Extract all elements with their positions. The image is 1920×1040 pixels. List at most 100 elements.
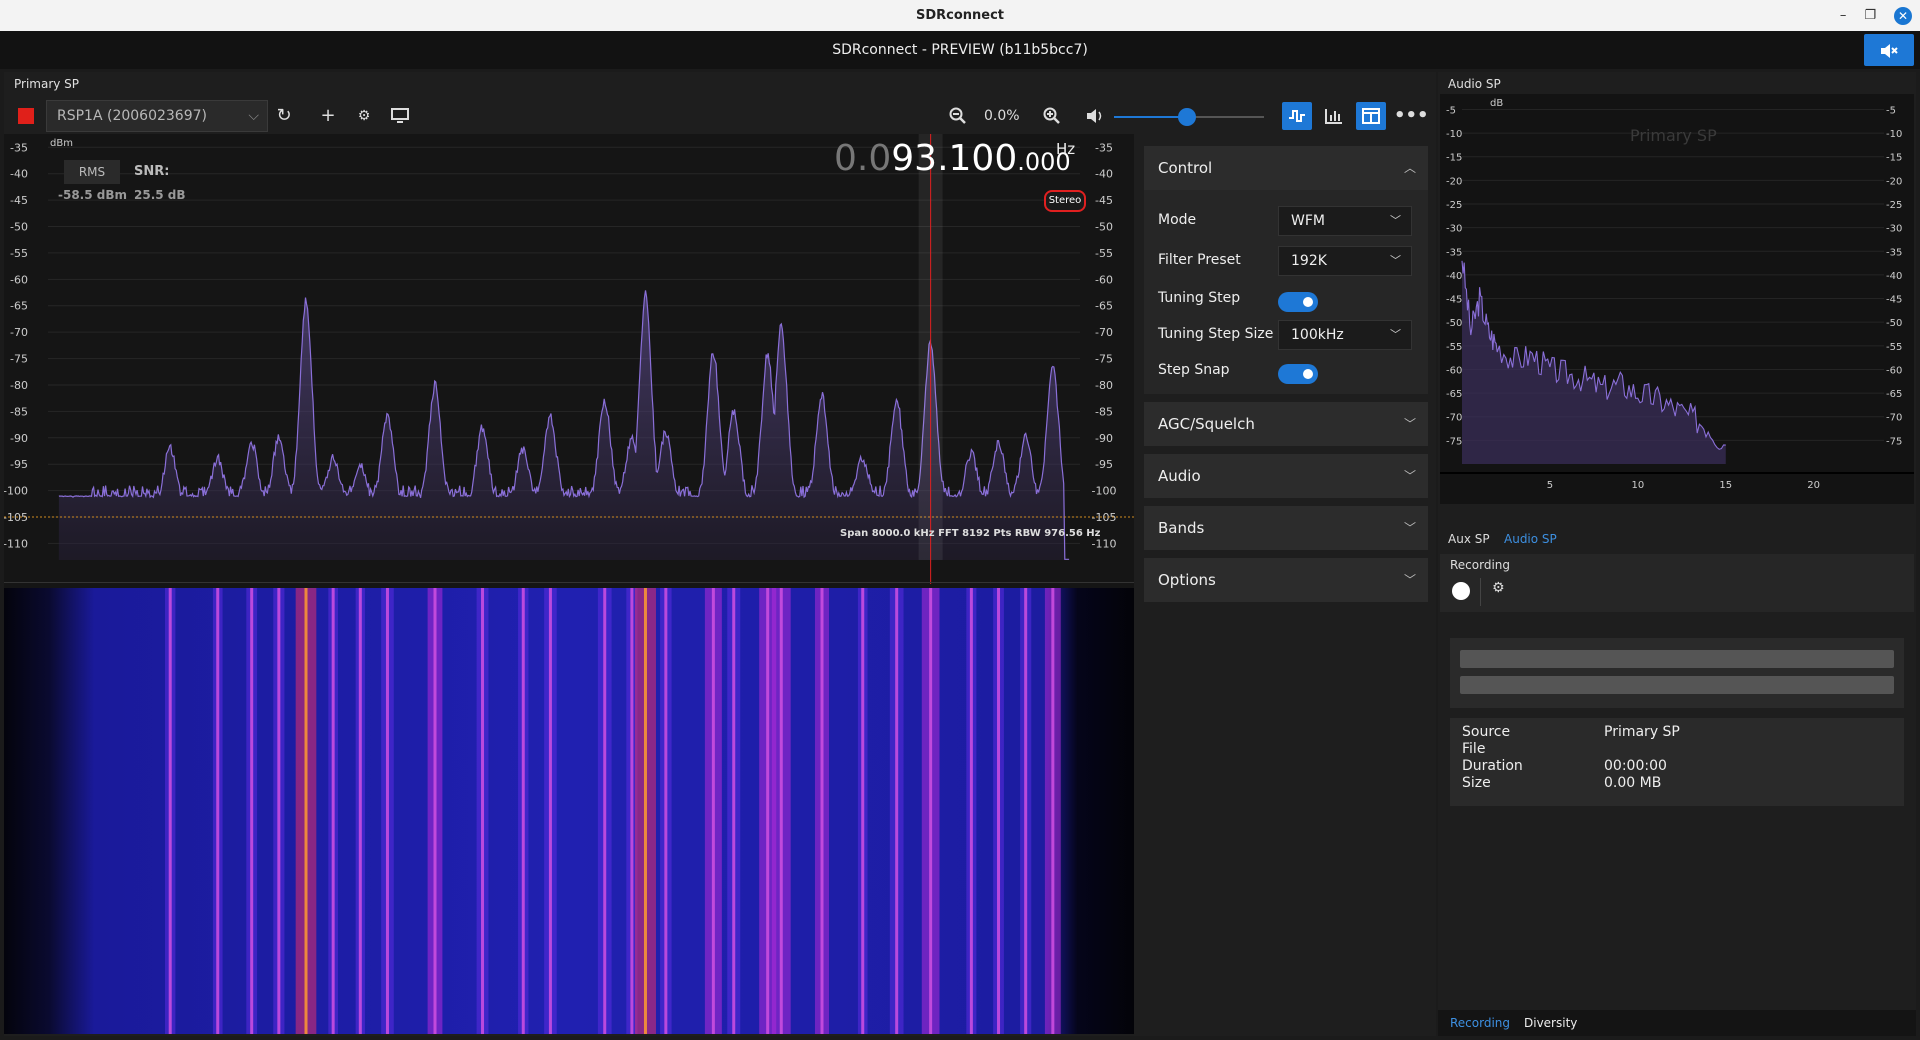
tab-diversity[interactable]: Diversity bbox=[1524, 1016, 1577, 1030]
audio-y-tick: -60 bbox=[1446, 365, 1462, 376]
audio-y-tick: -30 bbox=[1446, 224, 1462, 235]
waterfall-chart bbox=[4, 588, 1134, 1034]
settings-icon[interactable]: ⚙ bbox=[350, 102, 378, 130]
add-icon[interactable]: + bbox=[314, 102, 342, 130]
y-tick-label: -70 bbox=[10, 326, 28, 339]
zoom-out-icon[interactable] bbox=[944, 102, 972, 130]
audio-watermark: Primary SP bbox=[1630, 126, 1717, 145]
more-icon[interactable]: ••• bbox=[1394, 102, 1429, 130]
filter-preset-select[interactable]: 192K ﹀ bbox=[1278, 246, 1412, 276]
snr-value: 25.5 dB bbox=[134, 188, 186, 202]
waterfall-signal-core bbox=[895, 588, 899, 1034]
x-axis-line bbox=[4, 582, 1134, 583]
bands-section-header[interactable]: Bands ﹀ bbox=[1144, 506, 1428, 550]
frequency-unit: Hz bbox=[1056, 140, 1076, 158]
record-button[interactable] bbox=[1452, 582, 1470, 600]
chart-icon[interactable] bbox=[1320, 102, 1348, 130]
volume-icon[interactable] bbox=[1082, 102, 1110, 130]
recording-settings-icon[interactable]: ⚙ bbox=[1492, 580, 1505, 596]
waterfall-signal-core bbox=[861, 588, 865, 1034]
spectrum-display[interactable]: -35 -35 -40 -40 -45 -45 -50 -50 -55 -55 -60 -60 -65 -… bbox=[4, 134, 1134, 620]
mode-select[interactable]: WFM ﹀ bbox=[1278, 206, 1412, 236]
control-section-header[interactable]: Control ︿ bbox=[1144, 146, 1428, 190]
audio-y-tick-right: -20 bbox=[1886, 176, 1902, 187]
step-snap-label: Step Snap bbox=[1158, 362, 1230, 378]
chevron-down-icon: ﹀ bbox=[1390, 328, 1401, 341]
audio-y-tick: -70 bbox=[1446, 413, 1462, 424]
audio-x-tick: 5 bbox=[1547, 480, 1553, 491]
audio-y-tick: -25 bbox=[1446, 200, 1462, 211]
y-tick-label-right: -60 bbox=[1095, 273, 1113, 286]
tab-aux-sp[interactable]: Aux SP bbox=[1448, 532, 1490, 546]
waterfall-signal-core bbox=[548, 588, 552, 1034]
tuning-step-label: Tuning Step bbox=[1158, 290, 1241, 306]
audio-y-tick: -50 bbox=[1446, 318, 1462, 329]
recording-info: Source Primary SP File Duration 00:00:00… bbox=[1450, 718, 1904, 806]
spectrum-fill bbox=[58, 290, 1070, 560]
mute-button[interactable] bbox=[1864, 34, 1914, 66]
waterfall-signal-core bbox=[358, 588, 362, 1034]
frequency-main: 93.100 bbox=[891, 138, 1018, 179]
rms-button[interactable]: RMS bbox=[64, 160, 120, 184]
waterfall-signal-core bbox=[168, 588, 172, 1034]
recording-bar-2 bbox=[1460, 676, 1894, 694]
display-icon[interactable] bbox=[386, 102, 414, 130]
tab-audio-sp[interactable]: Audio SP bbox=[1504, 532, 1557, 546]
audio-y-tick: -75 bbox=[1446, 436, 1462, 447]
audio-title: Audio bbox=[1158, 467, 1201, 485]
bands-title: Bands bbox=[1158, 519, 1205, 537]
agc-squelch-section-header[interactable]: AGC/Squelch ﹀ bbox=[1144, 402, 1428, 446]
span-info: Span 8000.0 kHz FFT 8192 Pts RBW 976.56 … bbox=[840, 528, 1101, 539]
audio-spectrum[interactable]: -5 -5 -10 -10 -15 -15 -20 -20 -25 -25 -30 -30 -35 -35… bbox=[1440, 94, 1914, 504]
window-title: SDRconnect bbox=[915, 8, 1005, 23]
control-section-body: Mode WFM ﹀ Filter Preset 192K ﹀ Tuning S… bbox=[1144, 190, 1428, 394]
waterfall-signal-core bbox=[711, 588, 715, 1034]
primary-sp-label: Primary SP bbox=[14, 77, 80, 91]
y-tick-label-right: -50 bbox=[1095, 221, 1113, 234]
restore-icon[interactable]: ❐ bbox=[1864, 0, 1876, 31]
os-titlebar: SDRconnect – ❐ ✕ bbox=[0, 0, 1920, 31]
audio-y-tick-right: -5 bbox=[1886, 105, 1896, 116]
frequency-display[interactable]: 0.093.100.000 bbox=[834, 138, 1071, 179]
chevron-down-icon: ﹀ bbox=[1390, 254, 1401, 267]
audio-sp-label: Audio SP bbox=[1448, 77, 1501, 91]
duration-key: Duration bbox=[1462, 758, 1523, 774]
frequency-prefix: 0.0 bbox=[834, 138, 892, 179]
spectrum-view-button[interactable] bbox=[1282, 102, 1312, 130]
file-key: File bbox=[1462, 741, 1486, 757]
audio-section-header[interactable]: Audio ﹀ bbox=[1144, 454, 1428, 498]
layout-view-button[interactable] bbox=[1356, 102, 1386, 130]
source-key: Source bbox=[1462, 724, 1511, 740]
waterfall-signal-core bbox=[1024, 588, 1028, 1034]
stop-button[interactable] bbox=[18, 108, 34, 124]
audio-y-tick-right: -75 bbox=[1886, 436, 1902, 447]
zoom-in-icon[interactable] bbox=[1038, 102, 1066, 130]
waterfall-display[interactable] bbox=[4, 588, 1134, 1034]
refresh-icon[interactable]: ↻ bbox=[270, 102, 298, 130]
waterfall-signal-core bbox=[969, 588, 973, 1034]
audio-y-tick: -55 bbox=[1446, 342, 1462, 353]
y-tick-label: -90 bbox=[10, 432, 28, 445]
audio-y-tick: -15 bbox=[1446, 153, 1462, 164]
chevron-down-icon: ﹀ bbox=[1403, 573, 1416, 587]
audio-y-tick-right: -30 bbox=[1886, 224, 1902, 235]
minimize-icon[interactable]: – bbox=[1840, 0, 1847, 31]
y-tick-label-right: -75 bbox=[1095, 353, 1113, 366]
device-select[interactable]: RSP1A (2006023697) ⌵ bbox=[46, 100, 268, 132]
step-snap-toggle[interactable] bbox=[1278, 364, 1318, 384]
recording-header: Recording ⚙ bbox=[1440, 554, 1914, 612]
audio-x-tick: 15 bbox=[1719, 480, 1732, 491]
y-tick-label: -110 bbox=[4, 537, 28, 550]
waterfall-signal-core bbox=[732, 588, 736, 1034]
duration-value: 00:00:00 bbox=[1604, 758, 1667, 774]
step-size-select[interactable]: 100kHz ﹀ bbox=[1278, 320, 1412, 350]
options-section-header[interactable]: Options ﹀ bbox=[1144, 558, 1428, 602]
tab-recording[interactable]: Recording bbox=[1450, 1016, 1510, 1030]
volume-slider-knob[interactable] bbox=[1178, 108, 1196, 126]
waterfall-signal-core bbox=[820, 588, 824, 1034]
y-tick-label-right: -85 bbox=[1095, 405, 1113, 418]
tuning-step-toggle[interactable] bbox=[1278, 292, 1318, 312]
close-icon[interactable]: ✕ bbox=[1894, 6, 1912, 25]
y-tick-label-right: -95 bbox=[1095, 458, 1113, 471]
speaker-mute-icon bbox=[1881, 43, 1898, 58]
